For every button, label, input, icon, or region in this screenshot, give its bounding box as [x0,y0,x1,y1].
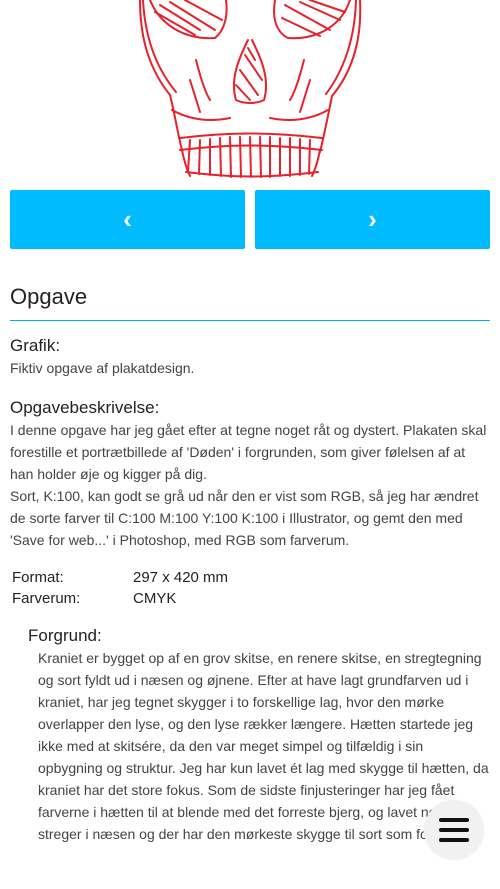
foreground-section: Forgrund: Kraniet er bygget op af en gro… [28,625,490,845]
skull-illustration [0,0,500,185]
grafik-text: Fiktiv opgave af plakatdesign. [10,360,195,376]
section-title: Opgave [10,284,88,309]
grafik-heading: Grafik: [10,336,61,355]
chevron-left-icon: ‹ [123,204,132,234]
title-divider [10,320,490,321]
hamburger-icon-bar [439,838,469,842]
assignment-content: Opgave Grafik: Fiktiv opgave af plakatde… [10,282,490,845]
description-section: Opgavebeskrivelse: I denne opgave har je… [10,397,490,551]
menu-button[interactable] [424,800,484,860]
spec-row-colorspace: Farverum: CMYK [12,588,228,609]
spec-value: 297 x 420 mm [133,569,229,586]
spec-row-format: Format: 297 x 420 mm [12,567,228,588]
foreground-heading: Forgrund: [28,626,102,645]
hamburger-icon [439,818,469,822]
description-text-2: Sort, K:100, kan godt se grå ud når den … [10,488,479,548]
foreground-text: Kraniet er bygget op af en grov skitse, … [38,650,489,842]
spec-label: Format: [12,569,64,586]
spec-label: Farverum: [12,590,81,607]
hamburger-icon-bar [439,828,469,832]
chevron-right-icon: › [368,204,377,234]
previous-button[interactable]: ‹ [10,190,245,249]
description-text: I denne opgave har jeg gået efter at teg… [10,422,487,482]
spec-table: Format: 297 x 420 mm Farverum: CMYK [12,567,228,609]
description-heading: Opgavebeskrivelse: [10,398,160,417]
grafik-section: Grafik: Fiktiv opgave af plakatdesign. [10,335,490,379]
skull-drawing [139,0,362,178]
spec-value: CMYK [133,590,177,607]
next-button[interactable]: › [255,190,490,249]
